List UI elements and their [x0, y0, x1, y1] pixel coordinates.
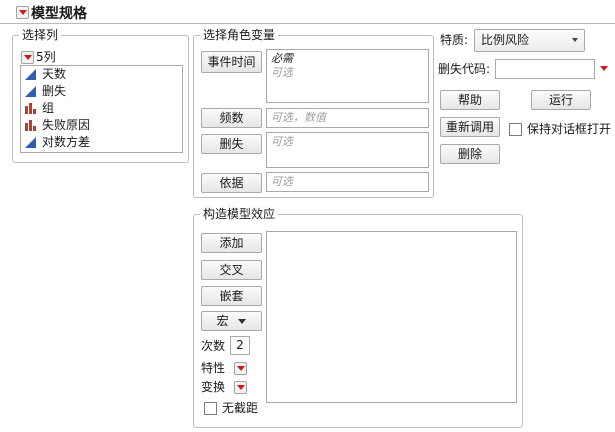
continuous-column-icon: [25, 137, 36, 148]
cross-button[interactable]: 交叉: [201, 260, 262, 280]
columns-menu-icon[interactable]: [21, 51, 34, 64]
transform-label: 变换: [201, 380, 226, 394]
window-title: 模型规格: [31, 6, 87, 22]
optional-hint: 可选: [271, 66, 293, 79]
censor-code-input[interactable]: [495, 59, 595, 79]
column-count: 5列: [36, 50, 56, 64]
effects-group: 构造模型效应 添加 交叉 嵌套 宏 次数 2 特性 变换 无截距: [193, 206, 523, 428]
model-effects-list[interactable]: [266, 231, 517, 403]
no-intercept-label: 无截距: [222, 401, 259, 415]
by-button[interactable]: 依据: [201, 173, 262, 193]
effects-legend: 构造模型效应: [200, 206, 279, 222]
event-time-slot[interactable]: 必需 可选: [266, 49, 429, 103]
roles-legend: 选择角色变量: [200, 27, 279, 43]
chevron-down-icon: [238, 319, 247, 324]
no-intercept-checkbox[interactable]: [204, 402, 217, 415]
remove-button[interactable]: 删除: [440, 144, 500, 164]
censor-slot[interactable]: 可选: [266, 132, 429, 168]
by-slot[interactable]: 可选: [266, 172, 429, 192]
degree-label: 次数: [201, 339, 226, 353]
run-button[interactable]: 运行: [531, 90, 591, 110]
keep-open-label: 保持对话框打开: [527, 122, 612, 136]
nominal-column-icon: [25, 103, 36, 114]
freq-slot[interactable]: 可选，数值: [266, 108, 429, 128]
help-button[interactable]: 帮助: [440, 90, 500, 110]
column-item-censor[interactable]: 删失: [21, 83, 182, 100]
red-triangle-menu-icon[interactable]: [16, 6, 29, 19]
transform-menu-icon[interactable]: [234, 381, 247, 394]
column-item-log-variance[interactable]: 对数方差: [21, 134, 182, 151]
nominal-column-icon: [25, 120, 36, 131]
add-button[interactable]: 添加: [201, 233, 262, 253]
personality-value: 比例风险: [481, 33, 530, 47]
column-list[interactable]: 天数 删失 组 失败原因 对数方差: [20, 65, 183, 153]
degree-input[interactable]: 2: [230, 336, 250, 355]
select-columns-group: 选择列 5列 天数 删失 组 失败原因 对数方差: [12, 27, 189, 163]
chevron-down-icon: [572, 38, 578, 42]
column-item-days[interactable]: 天数: [21, 66, 182, 83]
macros-button[interactable]: 宏: [201, 311, 262, 331]
continuous-column-icon: [25, 69, 36, 80]
column-item-failure-cause[interactable]: 失败原因: [21, 117, 182, 134]
select-columns-legend: 选择列: [19, 27, 62, 43]
keep-open-checkbox[interactable]: [509, 123, 522, 136]
freq-button[interactable]: 频数: [201, 108, 262, 128]
recall-button[interactable]: 重新调用: [440, 117, 500, 137]
personality-select[interactable]: 比例风险: [474, 29, 585, 52]
event-time-button[interactable]: 事件时间: [201, 51, 262, 73]
column-item-group[interactable]: 组: [21, 100, 182, 117]
censor-code-menu-icon[interactable]: [598, 63, 611, 76]
nest-button[interactable]: 嵌套: [201, 286, 262, 306]
required-hint: 必需: [271, 52, 293, 65]
attributes-label: 特性: [201, 361, 226, 375]
attributes-menu-icon[interactable]: [234, 362, 247, 375]
personality-label: 特质:: [440, 33, 469, 47]
censor-code-label: 删失代码:: [438, 62, 491, 76]
continuous-column-icon: [25, 86, 36, 97]
title-bar: 模型规格: [0, 0, 615, 24]
censor-button[interactable]: 删失: [201, 134, 262, 154]
roles-group: 选择角色变量 事件时间 必需 可选 频数 可选，数值 删失 可选 依据 可选: [193, 27, 434, 198]
